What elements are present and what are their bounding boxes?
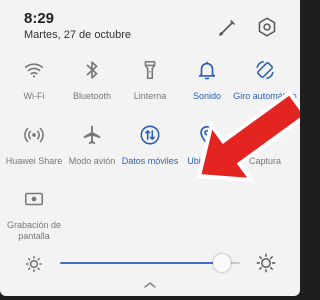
auto-rotate-icon (254, 59, 276, 81)
brightness-low-icon (24, 254, 44, 274)
brightness-high-icon (256, 253, 276, 273)
tile-label: Giro automático (233, 91, 297, 101)
date-label: Martes, 27 de octubre (24, 29, 132, 41)
mobile-data-icon (139, 124, 161, 146)
tile-bluetooth[interactable]: Bluetooth (62, 59, 122, 119)
tile-wifi[interactable]: Wi-Fi (4, 59, 64, 119)
location-icon (196, 124, 218, 146)
quick-settings-panel: 8:29 Martes, 27 de octubre Wi-Fi Bluetoo… (0, 0, 300, 296)
edit-icon[interactable] (216, 17, 238, 39)
brightness-fill (60, 262, 222, 264)
screenshot-icon (254, 124, 276, 146)
tile-flashlight[interactable]: Linterna (120, 59, 180, 119)
bell-icon (196, 59, 218, 81)
wifi-icon (23, 59, 45, 81)
airplane-icon (81, 124, 103, 146)
tile-label: Captura (248, 156, 282, 166)
settings-icon[interactable] (256, 16, 278, 38)
brightness-thumb[interactable] (213, 254, 231, 272)
screen-record-icon (23, 188, 45, 210)
tile-mobile-data[interactable]: Datos móviles (120, 124, 180, 184)
bluetooth-icon (81, 59, 103, 81)
huawei-share-icon (23, 124, 45, 146)
tile-auto-rotate[interactable]: Giro automático (233, 59, 297, 119)
tile-screenshot[interactable]: Captura (235, 124, 295, 184)
expand-handle-icon[interactable] (143, 280, 157, 290)
clock-time: 8:29 (24, 10, 55, 27)
status-header: 8:29 Martes, 27 de octubre (0, 0, 300, 44)
tile-huawei-share[interactable]: Huawei Share (4, 124, 64, 184)
tile-screen-record[interactable]: Grabación de pantalla (4, 188, 64, 248)
flashlight-icon (139, 59, 161, 81)
tile-location[interactable]: Ubicación (177, 124, 237, 184)
brightness-slider[interactable] (60, 254, 240, 272)
tile-label: Grabación de pantalla (6, 220, 62, 241)
brightness-slider-row (0, 248, 300, 276)
tile-airplane-mode[interactable]: Modo avión (62, 124, 122, 184)
tile-sound[interactable]: Sonido (177, 59, 237, 119)
